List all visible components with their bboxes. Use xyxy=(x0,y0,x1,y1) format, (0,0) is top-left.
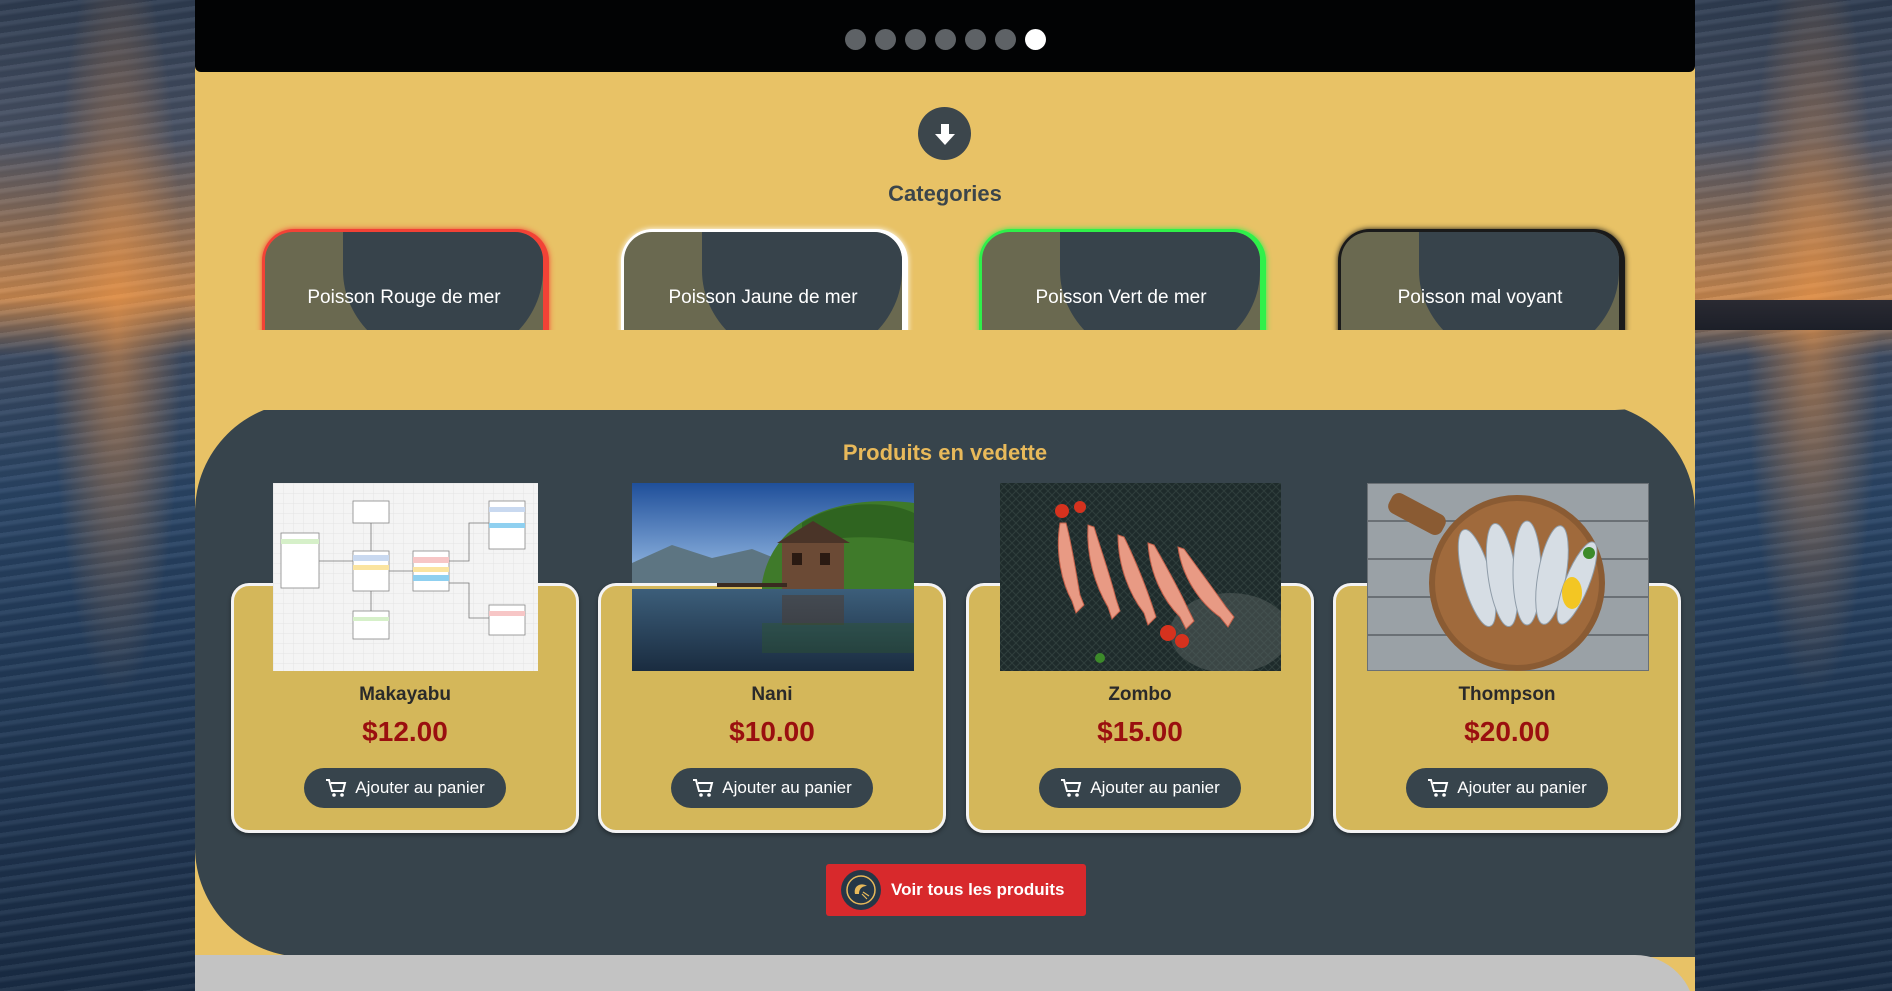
product-image-diagram[interactable] xyxy=(273,483,538,671)
product-name: Makayabu xyxy=(359,684,451,705)
add-to-cart-label: Ajouter au panier xyxy=(1457,778,1587,797)
add-to-cart-label: Ajouter au panier xyxy=(355,778,485,797)
red-fish-image xyxy=(1000,483,1281,671)
add-to-cart-button[interactable]: Ajouter au panier xyxy=(1039,768,1241,808)
arrow-down-icon xyxy=(934,123,955,145)
scroll-down-button[interactable] xyxy=(918,107,971,160)
carousel-dot-6[interactable] xyxy=(994,29,1016,50)
view-all-products-button[interactable]: Voir tous les produits xyxy=(826,864,1086,916)
cart-icon xyxy=(1428,779,1449,797)
diagram-image xyxy=(273,483,538,671)
category-label: Poisson Rouge de mer xyxy=(307,287,501,308)
add-to-cart-button[interactable]: Ajouter au panier xyxy=(1406,768,1608,808)
product-price: $12.00 xyxy=(362,716,448,747)
carousel-dot-2[interactable] xyxy=(874,29,896,50)
carousel-dot-5[interactable] xyxy=(964,29,986,50)
carousel-dot-7[interactable] xyxy=(1024,29,1046,50)
background-ocean-right xyxy=(1694,0,1892,991)
background-shoreline xyxy=(1694,300,1892,330)
hero-carousel xyxy=(195,0,1695,72)
carousel-dot-4[interactable] xyxy=(934,29,956,50)
category-label: Poisson mal voyant xyxy=(1397,287,1563,308)
product-price: $20.00 xyxy=(1464,716,1550,747)
product-name: Zombo xyxy=(1108,684,1172,705)
section-curve-divider xyxy=(195,330,1695,410)
categories-title: Categories xyxy=(888,181,1002,206)
product-name: Nani xyxy=(751,684,793,705)
shrimp-logo-icon xyxy=(841,870,881,910)
category-label: Poisson Jaune de mer xyxy=(668,287,858,308)
background-ocean-left xyxy=(0,0,195,991)
lake-house-image xyxy=(632,483,914,671)
add-to-cart-label: Ajouter au panier xyxy=(722,778,852,797)
carousel-dot-3[interactable] xyxy=(904,29,926,50)
product-price: $15.00 xyxy=(1097,716,1183,747)
category-label: Poisson Vert de mer xyxy=(1035,287,1207,308)
carousel-dots xyxy=(195,29,1695,50)
product-image-lake-house[interactable] xyxy=(632,483,914,671)
carousel-dot-1[interactable] xyxy=(844,29,866,50)
main-page: Categories Poisson Rouge de mer Poisson … xyxy=(195,0,1695,991)
view-all-products-label: Voir tous les produits xyxy=(891,880,1065,899)
fish-board-image xyxy=(1367,483,1649,671)
product-price: $10.00 xyxy=(729,716,815,747)
add-to-cart-label: Ajouter au panier xyxy=(1090,778,1220,797)
add-to-cart-button[interactable]: Ajouter au panier xyxy=(304,768,506,808)
cart-icon xyxy=(693,779,714,797)
product-image-fish-board[interactable] xyxy=(1367,483,1649,671)
cart-icon xyxy=(326,779,347,797)
product-name: Thompson xyxy=(1458,684,1556,705)
add-to-cart-button[interactable]: Ajouter au panier xyxy=(671,768,873,808)
featured-title: Produits en vedette xyxy=(842,440,1048,465)
cart-icon xyxy=(1061,779,1082,797)
next-section xyxy=(195,955,1695,991)
product-image-red-fish[interactable] xyxy=(1000,483,1281,671)
